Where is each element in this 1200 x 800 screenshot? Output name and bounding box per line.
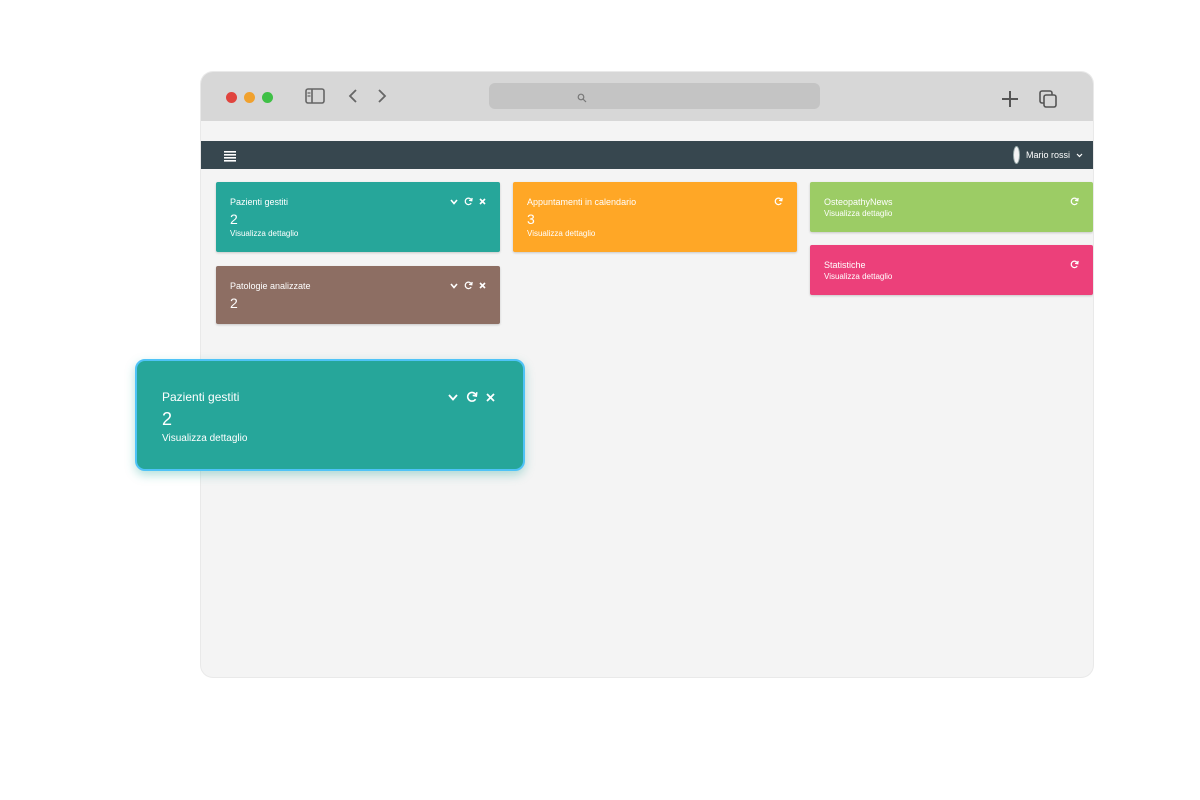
card-statistiche[interactable]: Statistiche Visualizza dettaglio [810, 245, 1093, 295]
card-detail-link[interactable]: Visualizza dettaglio [824, 272, 892, 281]
card-title: Pazienti gestiti [230, 197, 289, 207]
card-osteopathy-news[interactable]: OsteopathyNews Visualizza dettaglio [810, 182, 1093, 232]
address-bar[interactable] [489, 83, 820, 109]
app-top-bar: Mario rossi [201, 141, 1093, 169]
hamburger-icon[interactable] [224, 149, 236, 167]
plus-icon[interactable] [1001, 90, 1019, 108]
card-title: Statistiche [824, 260, 866, 270]
close-icon[interactable] [486, 392, 495, 402]
browser-titlebar [201, 72, 1093, 121]
card-pazienti-gestiti[interactable]: Pazienti gestiti 2 Visualizza dettaglio [216, 182, 500, 252]
refresh-icon[interactable] [464, 197, 473, 206]
card-appuntamenti[interactable]: Appuntamenti in calendario 3 Visualizza … [513, 182, 797, 252]
chevron-down-icon[interactable] [450, 282, 458, 289]
user-name: Mario rossi [1025, 150, 1070, 160]
close-icon[interactable] [479, 282, 486, 289]
card-detail-link[interactable]: Visualizza dettaglio [230, 229, 298, 238]
card-title: OsteopathyNews [824, 197, 893, 207]
card-value: 2 [230, 211, 238, 227]
dragged-card-pazienti-gestiti[interactable]: Pazienti gestiti 2 Visualizza dettaglio [135, 359, 525, 471]
refresh-icon[interactable] [466, 391, 478, 403]
minimize-window-button[interactable] [244, 92, 255, 103]
chevron-down-icon[interactable] [450, 198, 458, 205]
avatar [1012, 146, 1020, 164]
refresh-icon[interactable] [774, 197, 783, 206]
refresh-icon[interactable] [464, 281, 473, 290]
search-icon [577, 90, 587, 108]
close-window-button[interactable] [226, 92, 237, 103]
close-icon[interactable] [479, 198, 486, 205]
card-value: 3 [527, 211, 535, 227]
user-menu[interactable]: Mario rossi [1012, 144, 1083, 166]
chevron-down-icon [1076, 153, 1083, 158]
tabs-overview-icon[interactable] [1038, 89, 1058, 109]
card-detail-link[interactable]: Visualizza dettaglio [824, 209, 892, 218]
back-chevron-icon[interactable] [347, 88, 359, 104]
card-title: Pazienti gestiti [162, 390, 240, 404]
card-title: Patologie analizzate [230, 281, 311, 291]
chevron-down-icon[interactable] [448, 393, 458, 401]
refresh-icon[interactable] [1070, 197, 1079, 206]
refresh-icon[interactable] [1070, 260, 1079, 269]
card-value: 2 [162, 409, 173, 429]
card-patologie-analizzate[interactable]: Patologie analizzate 2 [216, 266, 500, 324]
forward-chevron-icon[interactable] [376, 88, 388, 104]
sidebar-toggle-icon[interactable] [305, 88, 325, 104]
card-title: Appuntamenti in calendario [527, 197, 637, 207]
card-detail-link[interactable]: Visualizza dettaglio [527, 229, 595, 238]
card-value: 2 [230, 295, 238, 311]
maximize-window-button[interactable] [262, 92, 273, 103]
card-detail-link[interactable]: Visualizza dettaglio [162, 433, 247, 444]
